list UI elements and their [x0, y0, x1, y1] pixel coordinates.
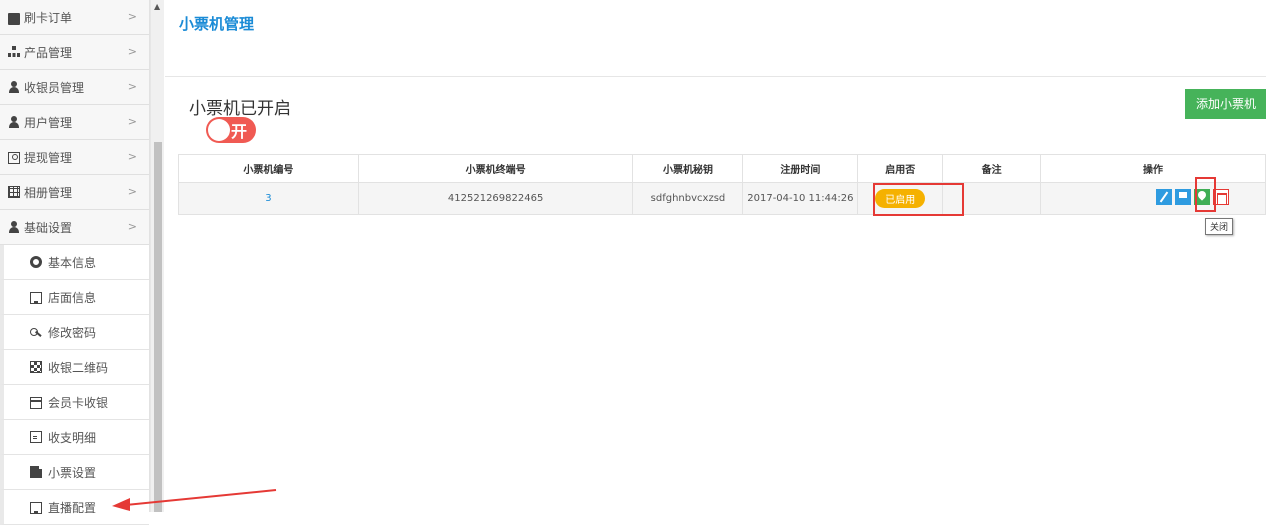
user-icon [8, 81, 20, 93]
submenu-label: 基本信息 [48, 255, 97, 270]
chevron-right-icon: > [127, 150, 137, 163]
printer-status-title: 小票机已开启 [189, 99, 291, 119]
qrcode-icon [30, 361, 42, 373]
file-icon [30, 466, 42, 478]
submenu-item-member-card[interactable]: 会员卡收银 [0, 385, 149, 420]
submenu-label: 小票设置 [48, 465, 97, 480]
column-header: 操作 [1040, 154, 1266, 183]
column-header: 小票机终端号 [357, 154, 634, 183]
chevron-right-icon: > [127, 45, 137, 58]
monitor-icon [30, 291, 42, 304]
chevron-right-icon: > [127, 80, 137, 93]
column-header: 注册时间 [742, 154, 859, 183]
menu-label: 提现管理 [24, 150, 73, 165]
menu-item-products[interactable]: 产品管理 > [0, 35, 149, 70]
card-icon [30, 397, 42, 409]
submenu-label: 修改密码 [48, 325, 97, 340]
submenu-item-change-password[interactable]: 修改密码 [0, 315, 149, 350]
chevron-right-icon: > [127, 10, 137, 23]
submenu-label: 收支明细 [48, 430, 97, 445]
submenu-label: 会员卡收银 [48, 395, 109, 410]
sidebar-scrollbar[interactable]: ▲ [150, 0, 164, 512]
submenu-label: 店面信息 [48, 290, 97, 305]
terminal-cell: 412521269822465 [357, 182, 634, 215]
printer-enable-toggle[interactable]: 开 [206, 117, 256, 143]
chevron-right-icon: > [127, 185, 137, 198]
menu-item-withdrawals[interactable]: 提现管理 > [0, 140, 149, 175]
toggle-knob [208, 119, 230, 141]
scroll-up-arrow-icon[interactable]: ▲ [154, 2, 160, 11]
sitemap-icon [8, 46, 20, 58]
menu-label: 刷卡订单 [24, 10, 73, 25]
menu-label: 用户管理 [24, 115, 73, 130]
table-row: 3 412521269822465 sdfghnbvcxzsd 2017-04-… [178, 182, 1266, 215]
menu-item-basic-settings[interactable]: 基础设置 > [0, 210, 149, 245]
column-header: 备注 [942, 154, 1042, 183]
highlight-box-status [873, 183, 964, 216]
submenu-item-basic-info[interactable]: 基本信息 [0, 245, 149, 280]
user-icon [8, 116, 20, 128]
page-title: 小票机管理 [179, 15, 255, 33]
highlight-box-toggle-action [1195, 177, 1216, 212]
user-icon [8, 221, 20, 233]
key-icon [30, 326, 42, 338]
submenu-label: 直播配置 [48, 500, 97, 515]
chevron-right-icon: > [127, 220, 137, 233]
edit-icon[interactable] [1156, 189, 1172, 205]
menu-item-albums[interactable]: 相册管理 > [0, 175, 149, 210]
menu-label: 产品管理 [24, 45, 73, 60]
toggle-label: 开 [231, 122, 248, 141]
grid-icon [8, 186, 20, 198]
submenu-label: 收银二维码 [48, 360, 109, 375]
divider [165, 76, 1266, 77]
submenu-item-store-info[interactable]: 店面信息 [0, 280, 149, 315]
column-header: 小票机编号 [178, 154, 359, 183]
document-icon [30, 431, 42, 443]
key-cell: sdfghnbvcxzsd [632, 182, 744, 215]
chevron-right-icon: > [127, 115, 137, 128]
printer-table: 小票机编号 小票机终端号 小票机秘钥 注册时间 启用否 备注 操作 3 4125… [178, 154, 1266, 215]
table-header-row: 小票机编号 小票机终端号 小票机秘钥 注册时间 启用否 备注 操作 [178, 154, 1266, 183]
sidebar: 刷卡订单 > 产品管理 > 收银员管理 > 用户管理 > 提现管理 > 相册管理… [0, 0, 150, 525]
submenu-item-cashier-qrcode[interactable]: 收银二维码 [0, 350, 149, 385]
menu-item-users[interactable]: 用户管理 > [0, 105, 149, 140]
add-printer-button[interactable]: 添加小票机 [1185, 89, 1266, 119]
actions-cell [1040, 182, 1266, 215]
tooltip: 关闭 [1205, 218, 1234, 235]
column-header: 小票机秘钥 [632, 154, 744, 183]
printer-id-link[interactable]: 3 [265, 193, 271, 204]
registered-time-cell: 2017-04-10 11:44:26 [742, 182, 859, 215]
gear-icon [30, 256, 42, 268]
submenu-item-statements[interactable]: 收支明细 [0, 420, 149, 455]
menu-item-card-orders[interactable]: 刷卡订单 > [0, 0, 149, 35]
money-icon [8, 152, 20, 164]
briefcase-icon [8, 12, 20, 25]
column-header: 启用否 [857, 154, 944, 183]
menu-item-cashiers[interactable]: 收银员管理 > [0, 70, 149, 105]
scrollbar-thumb[interactable] [154, 142, 162, 512]
main-content: 小票机管理 小票机已开启 开 添加小票机 小票机编号 小票机终端号 小票机秘钥 … [165, 0, 1266, 512]
menu-label: 相册管理 [24, 185, 73, 200]
menu-label: 收银员管理 [24, 80, 85, 95]
flag-icon[interactable] [1175, 189, 1191, 205]
menu-label: 基础设置 [24, 220, 73, 235]
